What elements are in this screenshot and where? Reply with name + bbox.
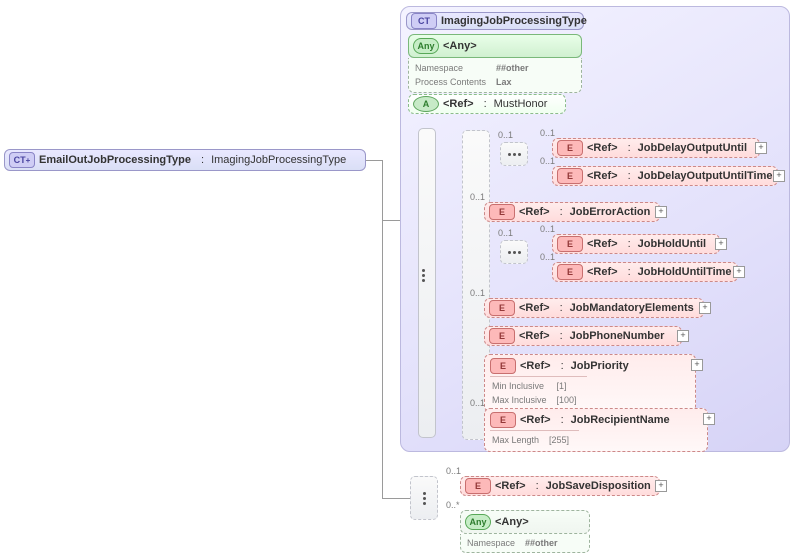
expand-icon[interactable]: + <box>773 170 785 182</box>
expand-icon[interactable]: + <box>655 206 667 218</box>
any-badge-icon: Any <box>413 38 439 54</box>
e-badge-icon: E <box>557 140 583 156</box>
colon: : <box>478 98 490 110</box>
occurrence: 0..* <box>446 500 460 510</box>
expand-icon[interactable]: + <box>677 330 689 342</box>
root-base-type: ImagingJobProcessingType <box>211 154 346 166</box>
facet-meta: Max Length[255] <box>490 430 579 448</box>
expand-icon[interactable]: + <box>699 302 711 314</box>
element-name: JobDelayOutputUntilTime <box>638 170 773 182</box>
root-complextype[interactable]: CT+ EmailOutJobProcessingType : ImagingJ… <box>4 149 366 171</box>
element-joberroraction[interactable]: E <Ref> : JobErrorAction + <box>484 202 660 222</box>
a-badge-icon: A <box>413 96 439 112</box>
occurrence: 0..1 <box>470 398 485 408</box>
attribute-musthonor[interactable]: A <Ref> : MustHonor <box>408 94 566 114</box>
any-label: <Any> <box>495 516 529 528</box>
element-jobphonenumber[interactable]: E <Ref> : JobPhoneNumber + <box>484 326 682 346</box>
connector <box>382 220 383 498</box>
facet-meta: Min Inclusive[1] Max Inclusive[100] <box>490 376 587 408</box>
occurrence: 0..1 <box>540 252 555 262</box>
element-jobrecipientname[interactable]: E <Ref> : JobRecipientName Max Length[25… <box>484 408 708 452</box>
element-jobdelayoutputuntiltime[interactable]: E <Ref> : JobDelayOutputUntilTime + <box>552 166 778 186</box>
panel-title: ImagingJobProcessingType <box>441 15 587 27</box>
dot-icon <box>422 269 425 272</box>
dot-icon <box>422 279 425 282</box>
expand-icon[interactable]: + <box>715 238 727 250</box>
occurrence: 0..1 <box>446 466 461 476</box>
element-jobholduntiltime[interactable]: E <Ref> : JobHoldUntilTime + <box>552 262 738 282</box>
ref-label: <Ref> <box>587 142 618 154</box>
ct-badge-icon: CT <box>411 13 437 29</box>
occurrence: 0..1 <box>540 224 555 234</box>
colon: : <box>195 154 207 166</box>
element-name: JobDelayOutputUntil <box>638 142 747 154</box>
connector <box>366 160 382 161</box>
ref-label: <Ref> <box>443 98 474 110</box>
sequence-compositor-ext[interactable] <box>410 476 438 520</box>
any-badge-icon: Any <box>465 514 491 530</box>
connector <box>382 498 410 499</box>
expand-icon[interactable]: + <box>755 142 767 154</box>
connector <box>382 220 400 221</box>
element-name: JobHoldUntilTime <box>638 266 732 278</box>
occurrence: 0..1 <box>470 192 485 202</box>
expand-icon[interactable]: + <box>655 480 667 492</box>
any-meta: Namespace##other Process ContentsLax <box>413 60 539 90</box>
any-wildcard[interactable]: Any <Any> Namespace##other Process Conte… <box>408 34 582 93</box>
sequence-compositor[interactable] <box>500 142 528 166</box>
any-label: <Any> <box>443 40 477 52</box>
element-name: JobErrorAction <box>570 206 651 218</box>
expand-icon[interactable]: + <box>733 266 745 278</box>
any-wildcard-ext[interactable]: Any <Any> Namespace##other <box>460 510 590 553</box>
sequence-compositor[interactable] <box>500 240 528 264</box>
element-jobholduntil[interactable]: E <Ref> : JobHoldUntil + <box>552 234 720 254</box>
any-meta: Namespace##other <box>465 535 568 551</box>
occurrence: 0..1 <box>498 228 513 238</box>
element-name: JobPhoneNumber <box>570 330 665 342</box>
element-jobmandatoryelements[interactable]: E <Ref> : JobMandatoryElements + <box>484 298 704 318</box>
occurrence: 0..1 <box>540 128 555 138</box>
expand-icon[interactable]: + <box>691 359 703 371</box>
connector <box>382 160 383 220</box>
element-jobpriority[interactable]: E <Ref> : JobPriority Min Inclusive[1] M… <box>484 354 696 412</box>
occurrence: 0..1 <box>470 288 485 298</box>
element-name: JobRecipientName <box>571 414 670 426</box>
attr-name: MustHonor <box>494 98 548 110</box>
element-name: JobMandatoryElements <box>570 302 694 314</box>
root-type-name: EmailOutJobProcessingType <box>39 154 191 166</box>
occurrence: 0..1 <box>498 130 513 140</box>
element-name: JobPriority <box>571 360 629 372</box>
element-name: JobHoldUntil <box>638 238 706 250</box>
dot-icon <box>422 274 425 277</box>
panel-complextype[interactable]: CT ImagingJobProcessingType <box>406 12 584 30</box>
e-badge-icon: E <box>489 204 515 220</box>
diagram-canvas: CT+ EmailOutJobProcessingType : ImagingJ… <box>0 0 792 558</box>
occurrence: 0..1 <box>540 156 555 166</box>
sequence-compositor-main[interactable] <box>418 128 436 438</box>
e-badge-icon: E <box>557 168 583 184</box>
expand-icon[interactable]: + <box>703 413 715 425</box>
element-jobsavedisposition[interactable]: E <Ref> : JobSaveDisposition + <box>460 476 660 496</box>
element-name: JobSaveDisposition <box>546 480 651 492</box>
element-jobdelayoutputuntil[interactable]: E <Ref> : JobDelayOutputUntil + <box>552 138 760 158</box>
ct-badge-icon: CT+ <box>9 152 35 168</box>
